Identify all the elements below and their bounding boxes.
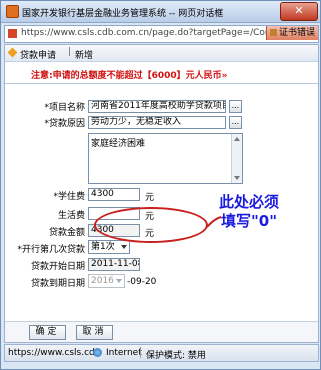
end-year-value: 2016 bbox=[91, 276, 114, 286]
ok-button[interactable]: 确定 bbox=[29, 325, 66, 340]
title-bar[interactable]: 国家开发银行基层金融业务管理系统 -- 网页对话框 ✕ bbox=[1, 1, 320, 23]
reason-label: *贷款原因 bbox=[44, 119, 85, 129]
tuition-field[interactable]: 4300 bbox=[88, 188, 140, 201]
app-icon bbox=[6, 5, 19, 18]
tuition-label: *学住费 bbox=[53, 192, 85, 202]
status-protected-mode: 保护模式: 禁用 bbox=[146, 351, 206, 361]
end-date-label: 贷款到期日期 bbox=[30, 279, 85, 289]
scroll-down-icon[interactable] bbox=[234, 176, 240, 180]
dialog-content: 贷款申请 | 新增 注意:申请的总额度不能超过【6000】元人民币» *项目名称… bbox=[4, 44, 319, 343]
reason-detail-text: 家庭经济困难 bbox=[91, 139, 146, 149]
status-zone: Internet bbox=[106, 348, 142, 358]
reason-field[interactable]: 劳动力少，无稳定收入 bbox=[88, 116, 226, 129]
certificate-error-button[interactable]: 证书错误 bbox=[265, 26, 318, 40]
address-bar[interactable]: https://www.csls.cdb.com.cn/page.do?targ… bbox=[4, 25, 319, 43]
project-picker-button[interactable]: ... bbox=[229, 100, 242, 113]
tab-separator: | bbox=[68, 47, 72, 57]
loan-times-label: *开行第几次贷款 bbox=[17, 245, 85, 255]
amount-label: 贷款金额 bbox=[48, 228, 85, 238]
status-url: https://www.csls.cdt bbox=[8, 348, 99, 358]
tab-strip: 贷款申请 | 新增 bbox=[5, 45, 318, 62]
address-url: https://www.csls.cdb.com.cn/page.do?targ… bbox=[21, 28, 283, 38]
annotation-line-1: 此处必须 bbox=[219, 193, 280, 211]
loan-times-select[interactable]: 第1次 bbox=[88, 240, 130, 254]
project-label: *项目名称 bbox=[44, 103, 85, 113]
loan-times-value: 第1次 bbox=[91, 242, 115, 252]
project-field[interactable]: 河南省2011年度高校助学贷款项目 bbox=[88, 100, 226, 113]
living-label: 生活费 bbox=[57, 211, 85, 221]
annotation-ellipse bbox=[94, 207, 208, 243]
button-bar: 确定 取消 bbox=[5, 321, 318, 342]
chevron-down-icon bbox=[116, 279, 122, 283]
reason-picker-button[interactable]: ... bbox=[229, 116, 242, 129]
status-bar: https://www.csls.cdt Internet 保护模式: 禁用 bbox=[4, 344, 319, 362]
cancel-button[interactable]: 取消 bbox=[76, 325, 113, 340]
start-date-field: 2011-11-08 bbox=[88, 258, 140, 271]
textarea-scrollbar[interactable] bbox=[231, 134, 242, 183]
end-year-select: 2016 bbox=[88, 274, 125, 288]
tab-loan-apply[interactable]: 贷款申请 bbox=[20, 48, 56, 61]
dialog-window: 国家开发银行基层金融业务管理系统 -- 网页对话框 ✕ https://www.… bbox=[0, 0, 321, 370]
chevron-down-icon bbox=[121, 245, 127, 249]
start-date-label: 贷款开始日期 bbox=[30, 262, 85, 272]
reason-detail-textarea[interactable]: 家庭经济困难 bbox=[88, 133, 243, 184]
notice-text: 注意:申请的总额度不能超过【6000】元人民币» bbox=[31, 71, 228, 81]
divider bbox=[5, 83, 318, 84]
end-date-suffix: -09-20 bbox=[127, 277, 157, 287]
annotation-line-2: 填写"0" bbox=[220, 212, 278, 230]
annotation-callout: 此处必须 填写"0" bbox=[219, 193, 279, 231]
site-icon bbox=[8, 29, 17, 38]
window-title: 国家开发银行基层金融业务管理系统 -- 网页对话框 bbox=[22, 9, 224, 19]
close-button[interactable]: ✕ bbox=[280, 2, 318, 21]
tuition-unit: 元 bbox=[145, 193, 155, 203]
tab-add[interactable]: 新增 bbox=[75, 48, 93, 61]
certificate-error-label: 证书错误 bbox=[278, 28, 315, 38]
scroll-up-icon[interactable] bbox=[234, 137, 240, 141]
diamond-icon bbox=[7, 47, 18, 58]
globe-icon bbox=[93, 348, 102, 357]
status-divider bbox=[140, 347, 141, 358]
lock-icon bbox=[269, 29, 277, 36]
